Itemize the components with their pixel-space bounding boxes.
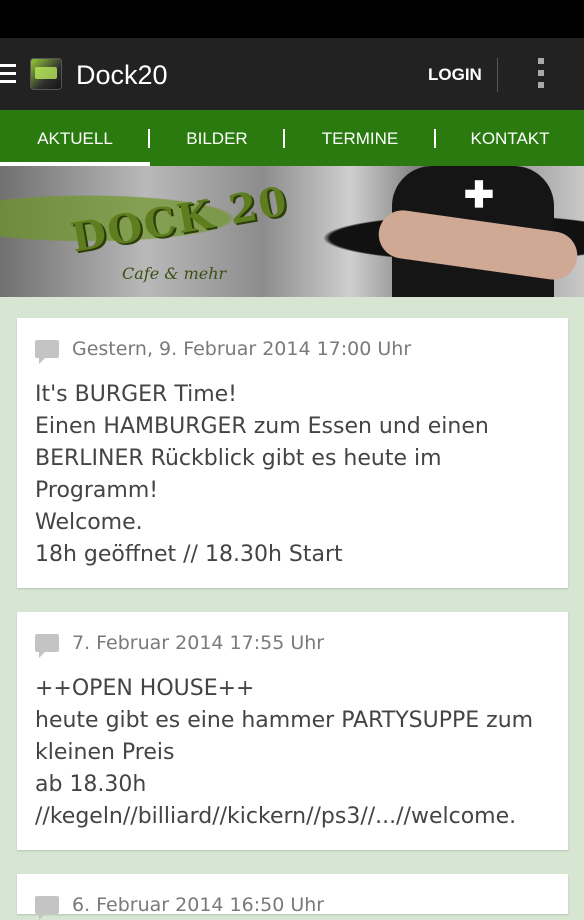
status-bar xyxy=(0,0,584,38)
post-card[interactable]: Gestern, 9. Februar 2014 17:00 Uhr It's … xyxy=(17,318,568,588)
post-date: Gestern, 9. Februar 2014 17:00 Uhr xyxy=(72,338,412,360)
login-button[interactable]: LOGIN xyxy=(428,64,482,86)
post-text: It's BURGER Time! Einen HAMBURGER zum Es… xyxy=(35,379,555,571)
post-line: Welcome. xyxy=(35,510,143,535)
post-line: 18h geöffnet // 18.30h Start xyxy=(35,542,343,567)
post-line: BERLINER Rückblick gibt es heute im xyxy=(35,446,442,471)
overflow-menu-icon[interactable] xyxy=(533,58,549,92)
tab-termine[interactable]: TERMINE xyxy=(285,110,435,166)
post-line: kleinen Preis xyxy=(35,740,175,765)
app-title: Dock20 xyxy=(76,60,168,90)
app-logo-icon[interactable] xyxy=(30,58,62,90)
post-line: ++OPEN HOUSE++ xyxy=(35,676,255,701)
comment-icon xyxy=(35,634,59,658)
tab-kontakt[interactable]: KONTAKT xyxy=(436,110,584,166)
comment-icon xyxy=(35,340,59,364)
post-line: //kegeln//billiard//kickern//ps3//...//w… xyxy=(35,804,517,829)
banner-shirt-logo-icon: ✚ xyxy=(463,174,495,215)
post-date: 6. Februar 2014 16:50 Uhr xyxy=(72,894,325,916)
banner-subtitle: Cafe & mehr xyxy=(122,264,227,283)
post-date: 7. Februar 2014 17:55 Uhr xyxy=(72,632,325,654)
post-text: ++OPEN HOUSE++ heute gibt es eine hammer… xyxy=(35,673,555,833)
tab-bar: AKTUELL BILDER TERMINE KONTAKT xyxy=(0,110,584,166)
post-card[interactable]: 6. Februar 2014 16:50 Uhr xyxy=(17,874,568,920)
post-line: heute gibt es eine hammer PARTYSUPPE zum xyxy=(35,708,534,733)
comment-icon xyxy=(35,896,59,920)
post-line: Einen HAMBURGER zum Essen und einen xyxy=(35,414,489,439)
banner-graffiti-text: DOCK 20 xyxy=(67,177,293,262)
post-line: Programm! xyxy=(35,478,159,503)
post-line: It's BURGER Time! xyxy=(35,382,237,407)
post-card[interactable]: 7. Februar 2014 17:55 Uhr ++OPEN HOUSE++… xyxy=(17,612,568,850)
header-banner-image: DOCK 20 Cafe & mehr ✚ xyxy=(0,166,584,297)
post-line: ab 18.30h xyxy=(35,772,147,797)
menu-icon[interactable] xyxy=(0,64,16,84)
tab-aktuell[interactable]: AKTUELL xyxy=(0,110,150,166)
action-bar: Dock20 LOGIN xyxy=(0,38,584,110)
action-bar-divider xyxy=(497,58,498,92)
tab-bilder[interactable]: BILDER xyxy=(150,110,284,166)
